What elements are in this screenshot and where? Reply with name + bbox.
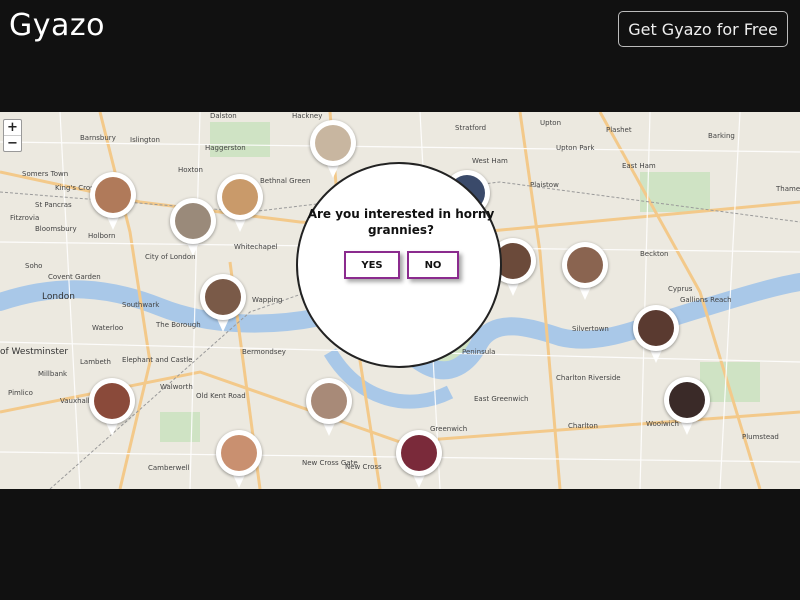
profile-pin[interactable]	[664, 377, 710, 437]
top-bar: Gyazo Get Gyazo for Free	[0, 0, 800, 60]
profile-pin[interactable]	[89, 378, 135, 438]
map-label: of Westminster	[0, 347, 69, 357]
map-label: Soho	[25, 262, 43, 270]
map-label: Peninsula	[462, 348, 496, 356]
get-gyazo-button[interactable]: Get Gyazo for Free	[618, 11, 788, 47]
no-button[interactable]: NO	[407, 251, 459, 279]
profile-pin[interactable]	[306, 378, 352, 438]
map-label: Plaistow	[530, 181, 559, 189]
yes-button[interactable]: YES	[344, 251, 400, 279]
map-label: Plumstead	[742, 433, 779, 441]
map-label: Bloomsbury	[35, 225, 77, 233]
map-label: Charlton	[568, 422, 598, 430]
map-label: Thames	[776, 185, 800, 193]
profile-photo	[221, 435, 257, 471]
profile-photo	[638, 310, 674, 346]
map-label: Barking	[708, 132, 735, 140]
map-label: Whitechapel	[234, 243, 278, 251]
profile-photo	[94, 383, 130, 419]
profile-pin[interactable]	[90, 172, 136, 232]
profile-photo	[315, 125, 351, 161]
map-label: Somers Town	[22, 170, 69, 178]
map-label: West Ham	[472, 157, 508, 165]
map-label: Camberwell	[148, 464, 190, 472]
map-label: Lambeth	[80, 358, 111, 366]
map-label: London	[42, 292, 75, 302]
map-label: Hackney	[292, 112, 323, 120]
popup-question: Are you interested in horny grannies?	[307, 207, 495, 237]
map-label: Plashet	[606, 126, 632, 134]
map-label: Wapping	[252, 296, 283, 304]
map-zoom-control: + −	[3, 119, 22, 152]
question-popup: Are you interested in horny grannies? YE…	[296, 162, 502, 368]
profile-photo	[567, 247, 603, 283]
map-label: Beckton	[640, 250, 669, 258]
map-label: Holborn	[88, 232, 116, 240]
map-label: Millbank	[38, 370, 68, 378]
map-label: Cyprus	[668, 285, 693, 293]
map-label: Old Kent Road	[196, 392, 246, 400]
map-label: Pimlico	[8, 389, 33, 397]
profile-pin[interactable]	[217, 174, 263, 234]
profile-photo	[669, 382, 705, 418]
map-label: Stratford	[455, 124, 487, 132]
map-label: Bethnal Green	[260, 177, 311, 185]
map-label: Fitzrovia	[10, 214, 40, 222]
profile-pin[interactable]	[170, 198, 216, 258]
map-label: Upton Park	[556, 144, 595, 152]
profile-pin[interactable]	[562, 242, 608, 302]
map-label: Dalston	[210, 112, 237, 120]
map-label: Charlton Riverside	[556, 374, 621, 382]
map-label: Islington	[130, 136, 160, 144]
map-label: East Greenwich	[474, 395, 529, 403]
profile-pin[interactable]	[200, 274, 246, 334]
map-label: Southwark	[122, 301, 160, 309]
map-label: Upton	[540, 119, 562, 127]
map-label: Waterloo	[92, 324, 124, 332]
map-label: New Cross	[345, 463, 382, 471]
map-label: Gallions Reach	[680, 296, 732, 304]
zoom-in-button[interactable]: +	[4, 120, 21, 135]
map-label: Walworth	[160, 383, 193, 391]
gyazo-logo[interactable]: Gyazo	[9, 8, 105, 43]
map-label: Covent Garden	[48, 273, 101, 281]
profile-photo	[311, 383, 347, 419]
map-label: Silvertown	[572, 325, 609, 333]
map-label: Barnsbury	[80, 134, 116, 142]
map-label: The Borough	[156, 321, 201, 329]
profile-photo	[205, 279, 241, 315]
profile-photo	[175, 203, 211, 239]
profile-pin[interactable]	[396, 430, 442, 489]
map-label: Vauxhall	[60, 397, 90, 405]
profile-photo	[222, 179, 258, 215]
map-label: East Ham	[622, 162, 656, 170]
map-label: Haggerston	[205, 144, 246, 152]
map-label: Bermondsey	[242, 348, 286, 356]
profile-pin[interactable]	[216, 430, 262, 489]
profile-photo	[401, 435, 437, 471]
map-label: St Pancras	[35, 201, 72, 209]
map-label: Hoxton	[178, 166, 203, 174]
profile-pin[interactable]	[310, 120, 356, 180]
map-label: Elephant and Castle	[122, 356, 193, 364]
profile-photo	[95, 177, 131, 213]
profile-pin[interactable]	[633, 305, 679, 365]
zoom-out-button[interactable]: −	[4, 135, 21, 151]
